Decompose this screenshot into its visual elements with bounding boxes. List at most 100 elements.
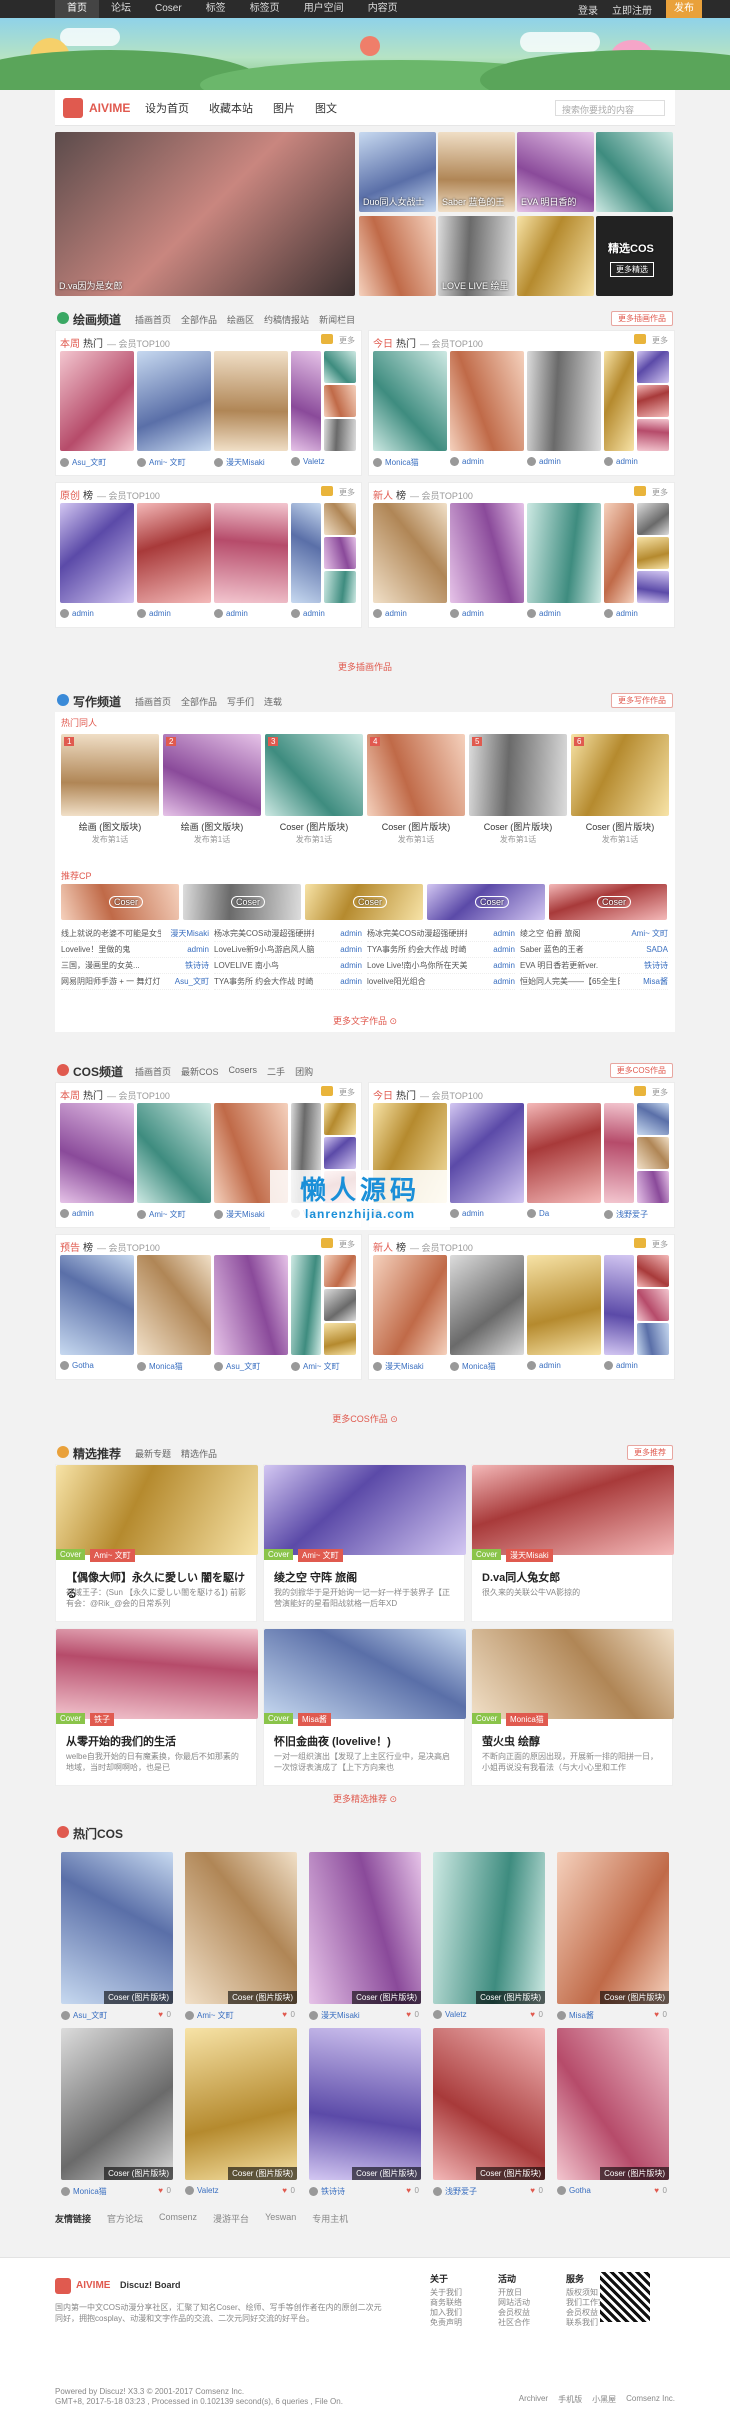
author-name[interactable]: 浅野爱子 [445,2187,477,2196]
hero-thumb[interactable]: LOVE LIVE 绘里 [438,216,515,296]
writing-list-row[interactable]: 杨冰完美COS动漫超强硬拼扮行 admin [367,926,515,942]
panel-more-link[interactable]: 更多 [339,487,355,498]
logo-icon[interactable] [63,98,83,118]
writing-card[interactable]: 1 [61,734,159,816]
artwork-thumb[interactable] [604,503,634,603]
writing-list-author[interactable]: admin [187,942,209,957]
author-meta[interactable]: Da [527,1209,549,1219]
featured-image[interactable] [56,1629,258,1719]
writing-card-title[interactable]: Coser (图片版块) [367,820,465,833]
featured-card[interactable]: Cover 铁子 从零开始的我们的生活 welbe自我开始的日有魔素换，你最后不如那素… [55,1628,258,1786]
login-link[interactable]: 登录 [578,2,598,17]
author-name[interactable]: 铁诗诗 [321,2187,345,2196]
hero-more-button[interactable]: 更多精选 [610,262,654,277]
writing-list-row[interactable]: 网易阴阳师手游 + 一 舞灯灯 Asu_文町 [61,974,209,990]
artwork-thumb[interactable] [373,1255,447,1355]
writing-list-title[interactable]: 绫之空 伯爵 旅阁 [520,926,580,941]
writing-list-title[interactable]: 三国，漫画里的女英... [61,958,140,973]
author-meta[interactable]: admin [604,457,638,467]
heart-icon[interactable]: ♥ [406,2010,411,2019]
writing-list-row[interactable]: LoveLive新9小鸟游启风人脑稳 admin [214,942,362,958]
featured-card[interactable]: Cover Misa酱 怀旧金曲夜 (lovelive！) 一对一组织演出【发现了上主… [263,1628,466,1786]
section-subnav-item[interactable]: 团购 [295,1065,313,1078]
cos-photo[interactable]: Coser (图片版块) [433,2028,545,2180]
post-button[interactable]: 发布 [666,0,702,18]
author-meta[interactable]: admin [291,609,325,619]
cos-photo[interactable]: Coser (图片版块) [61,1852,173,2004]
author-name[interactable]: Da [539,1209,549,1218]
featured-image[interactable] [264,1629,466,1719]
artwork-mini-thumb[interactable] [324,503,356,535]
writing-list-row[interactable]: 恒始同人完美——【65全生日 Misa酱 [520,974,668,990]
author-name[interactable]: Monica猫 [385,458,419,467]
featured-image[interactable] [472,1629,674,1719]
artwork-mini-thumb[interactable] [324,1255,356,1287]
footer-right-link[interactable]: Archiver [519,2394,548,2405]
featured-image[interactable] [264,1465,466,1555]
artwork-mini-thumb[interactable] [324,1137,356,1169]
author-name[interactable]: admin [462,457,484,466]
cos-photo-meta[interactable]: Gotha ♥ 0 [557,2186,669,2196]
author-meta[interactable]: admin [214,609,248,619]
featured-tag[interactable]: Cover [264,1549,294,1560]
artwork-thumb[interactable] [450,1103,524,1203]
cos-photo-meta[interactable]: Ami~ 文町 ♥ 0 [185,2010,297,2021]
writing-list-row[interactable]: 杨冰完美COS动漫超强硬拼扮行 admin [214,926,362,942]
footer-right-link[interactable]: 小黑屋 [592,2394,616,2405]
footer-link[interactable]: 商务联络 [430,2298,462,2308]
panel-more-link[interactable]: 更多 [652,1239,668,1250]
writing-list-author[interactable]: Asu_文町 [175,974,209,989]
author-name[interactable]: Monica猫 [149,1362,183,1371]
section-subnav-item[interactable]: 连载 [264,695,282,708]
section-subnav-item[interactable]: 最新专题 [135,1447,171,1460]
featured-title[interactable]: 怀旧金曲夜 (lovelive！) [274,1733,391,1749]
author-name[interactable]: admin [462,1209,484,1218]
footer-right-link[interactable]: Comsenz Inc. [626,2394,675,2405]
writing-list-author[interactable]: admin [340,942,362,957]
artwork-thumb[interactable] [291,1255,321,1355]
panel-more-link[interactable]: 更多 [339,335,355,346]
author-name[interactable]: Valetz [303,457,325,466]
top-nav-item[interactable]: 标签 [194,0,238,18]
hero-thumb[interactable]: EVA 明日香的 [517,132,594,212]
author-name[interactable]: Valetz [445,2010,467,2019]
footer-link[interactable]: 免责声明 [430,2318,462,2328]
section-subnav-item[interactable]: 精选作品 [181,1447,217,1460]
artwork-mini-thumb[interactable] [637,1171,669,1203]
author-name[interactable]: Gotha [569,2186,591,2195]
more-button[interactable]: 更多插画作品 [611,311,673,326]
cos-photo-meta[interactable]: Valetz ♥ 0 [185,2186,297,2196]
writing-list-row[interactable]: lovelive阳光组合 admin [367,974,515,990]
artwork-mini-thumb[interactable] [324,1323,356,1355]
author-name[interactable]: 漫天Misaki [385,1362,424,1371]
friend-link[interactable]: Yeswan [265,2212,296,2225]
author-meta[interactable]: Monica猫 [373,457,419,468]
featured-user[interactable]: Ami~ 文町 [90,1549,135,1562]
more-button[interactable]: 更多COS作品 [609,1063,673,1078]
writing-list-title[interactable]: Lovelive！里做的鬼 [61,942,130,957]
more-featured-link[interactable]: 更多精选推荐 ⊙ [55,1792,675,1805]
writing-list-author[interactable]: admin [493,974,515,989]
heart-icon[interactable]: ♥ [530,2010,535,2019]
artwork-thumb[interactable] [60,351,134,451]
author-meta[interactable]: admin [604,1361,638,1371]
artwork-thumb[interactable] [604,1255,634,1355]
artwork-thumb[interactable] [60,1103,134,1203]
search-input[interactable]: 搜索你要找的内容 [555,100,665,116]
featured-user[interactable]: 铁子 [90,1713,114,1726]
artwork-mini-thumb[interactable] [637,1137,669,1169]
artwork-mini-thumb[interactable] [637,1255,669,1287]
cos-photo[interactable]: Coser (图片版块) [557,1852,669,2004]
writing-card-title[interactable]: Coser (图片版块) [571,820,669,833]
friend-link[interactable]: 漫游平台 [213,2212,249,2225]
featured-title[interactable]: 萤火虫 绘醇 [482,1733,540,1749]
author-name[interactable]: 漫天Misaki [321,2011,360,2020]
more-writing-link[interactable]: 更多文字作品 ⊙ [55,1014,675,1027]
writing-card-title[interactable]: 绘画 (图文版块) [163,820,261,833]
author-name[interactable]: admin [462,609,484,618]
author-name[interactable]: 漫天Misaki [226,1210,265,1219]
cos-photo[interactable]: Coser (图片版块) [61,2028,173,2180]
top-nav-item[interactable]: 论坛 [99,0,143,18]
artwork-thumb[interactable] [137,1103,211,1203]
writing-card[interactable]: 5 [469,734,567,816]
